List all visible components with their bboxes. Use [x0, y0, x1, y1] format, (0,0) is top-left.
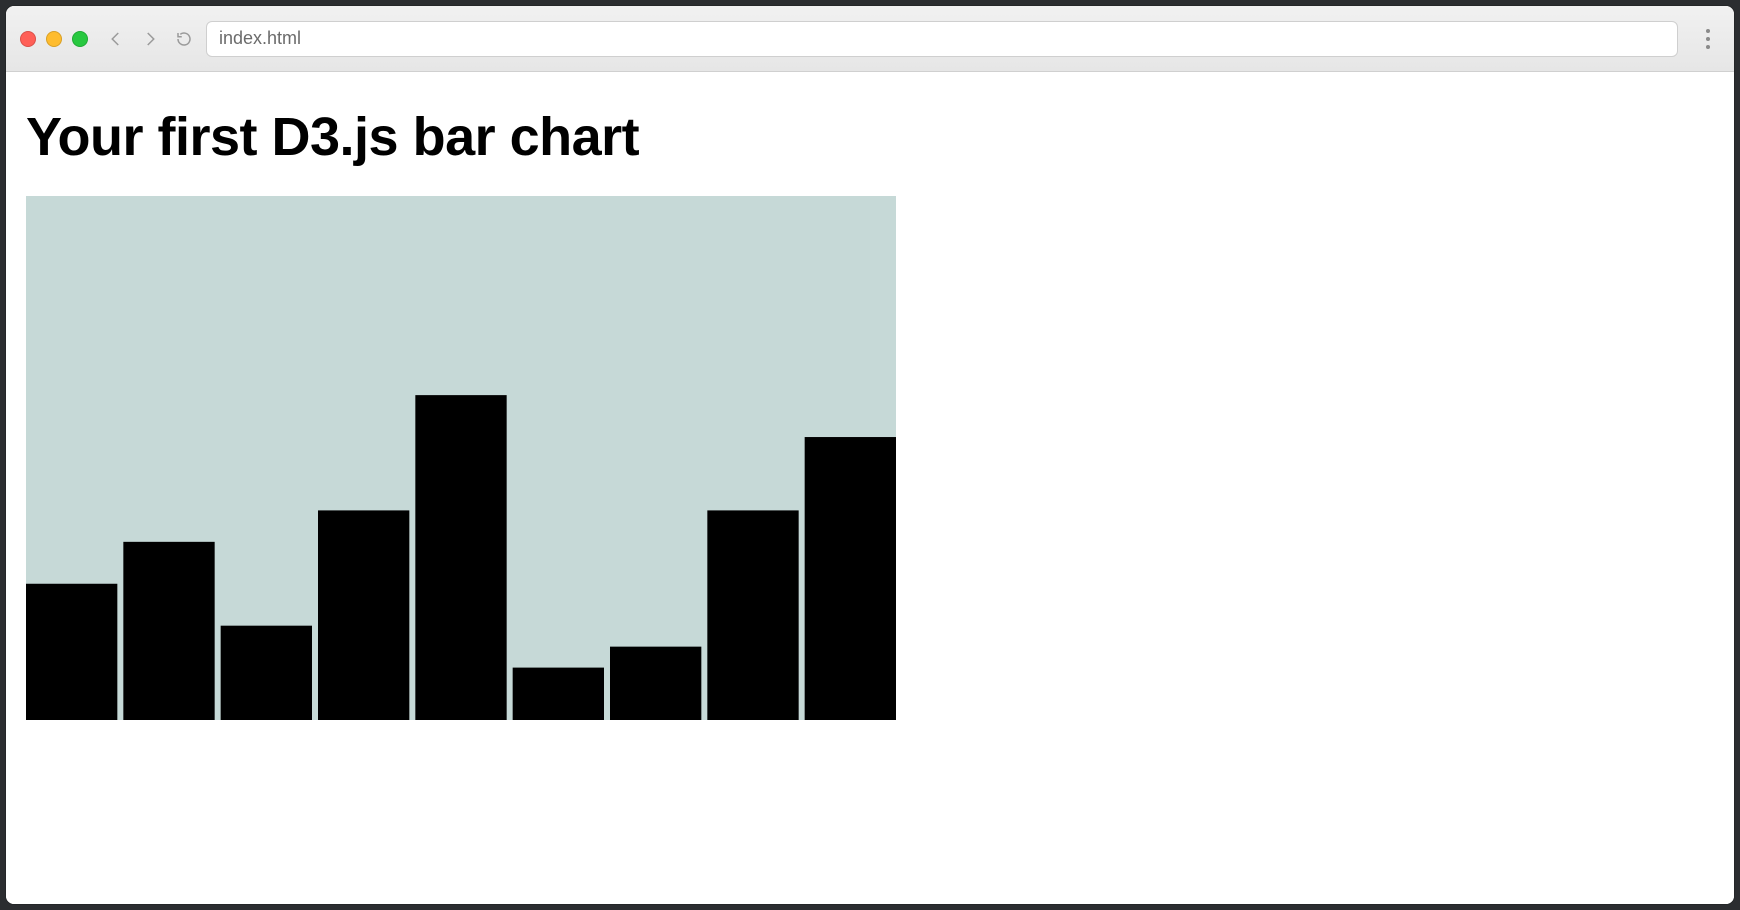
- bar-0: [26, 584, 117, 720]
- arrow-left-icon: [107, 30, 125, 48]
- bar-8: [805, 437, 896, 720]
- bar-6: [610, 647, 701, 720]
- bar-4: [415, 395, 506, 720]
- browser-titlebar: [6, 6, 1734, 72]
- close-window-button[interactable]: [20, 31, 36, 47]
- arrow-right-icon: [141, 30, 159, 48]
- forward-button[interactable]: [138, 27, 162, 51]
- bar-2: [221, 626, 312, 720]
- bar-3: [318, 510, 409, 720]
- browser-menu-button[interactable]: [1696, 29, 1720, 49]
- window-controls: [20, 31, 88, 47]
- bar-5: [513, 668, 604, 720]
- bar-1: [123, 542, 214, 720]
- page-title: Your first D3.js bar chart: [26, 106, 1714, 168]
- minimize-window-button[interactable]: [46, 31, 62, 47]
- bar-7: [707, 510, 798, 720]
- browser-window: Your first D3.js bar chart: [6, 6, 1734, 904]
- maximize-window-button[interactable]: [72, 31, 88, 47]
- reload-icon: [175, 30, 193, 48]
- reload-button[interactable]: [172, 27, 196, 51]
- page-content: Your first D3.js bar chart: [6, 72, 1734, 904]
- bar-chart: [26, 196, 896, 720]
- address-bar[interactable]: [206, 21, 1678, 57]
- back-button[interactable]: [104, 27, 128, 51]
- dots-vertical-icon: [1706, 29, 1710, 33]
